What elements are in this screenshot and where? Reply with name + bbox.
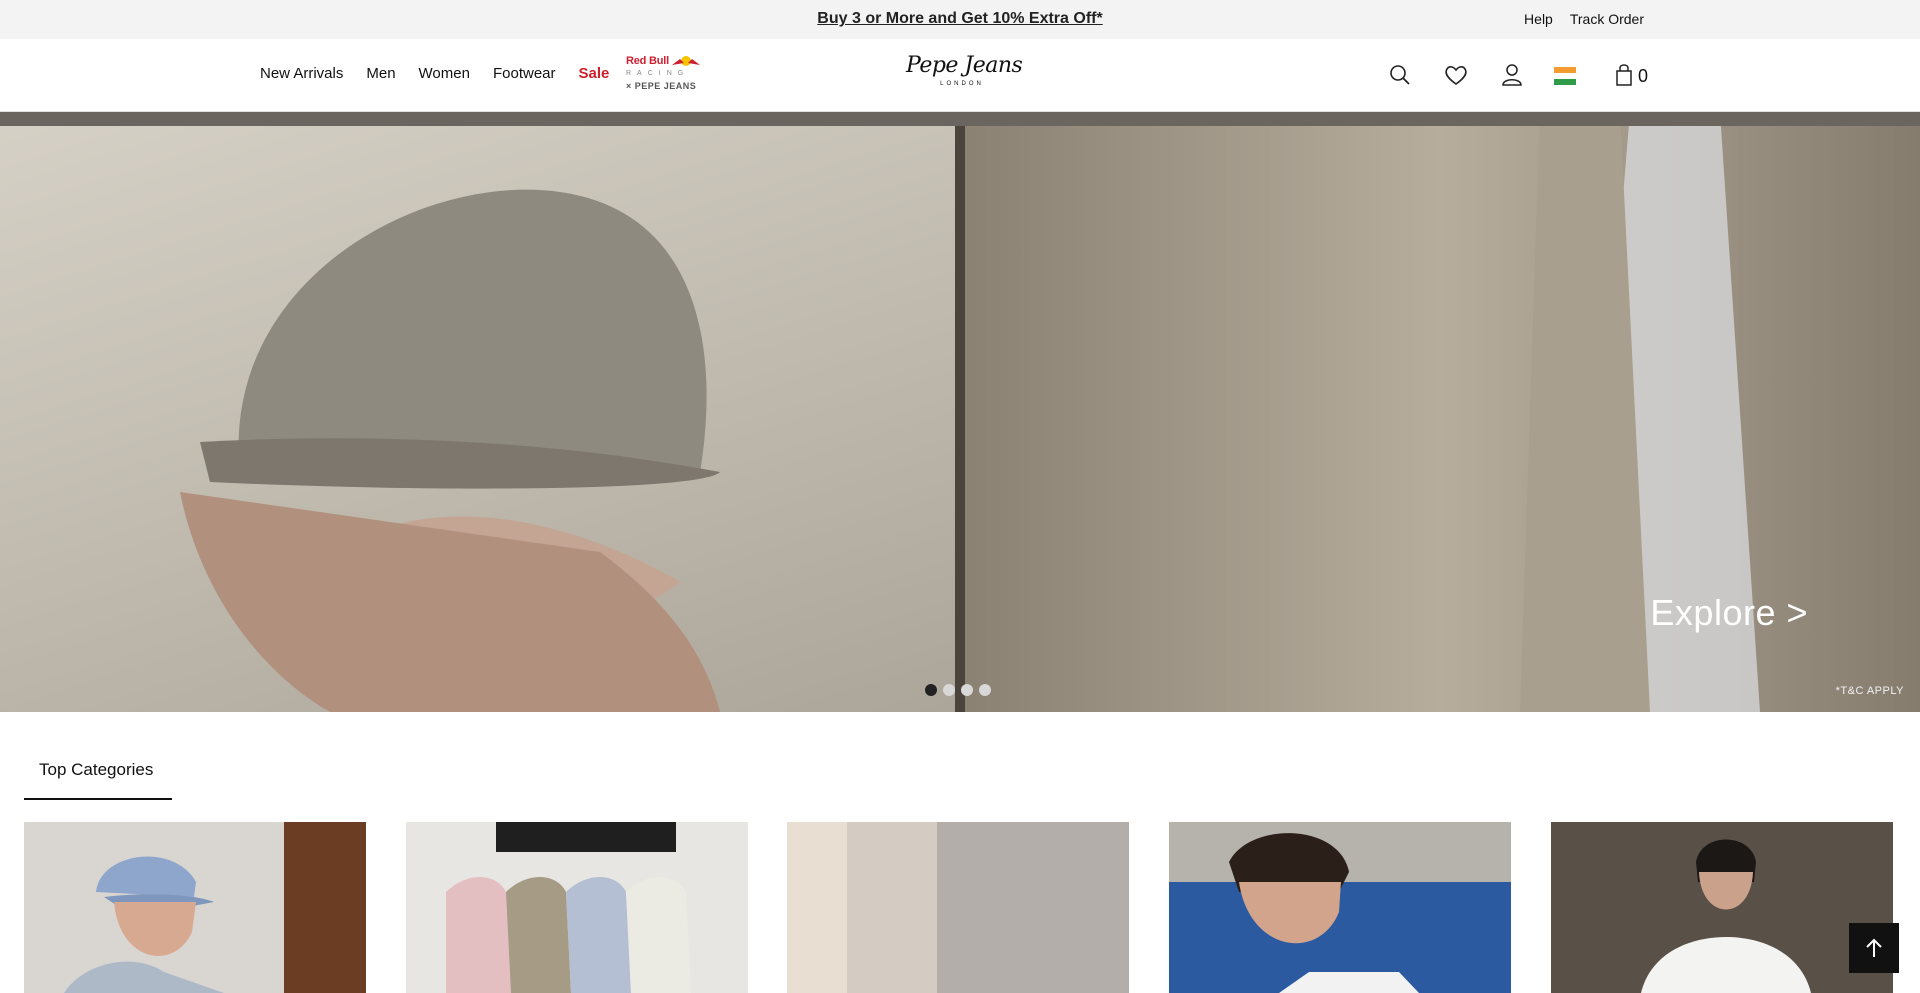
user-icon[interactable] bbox=[1498, 61, 1526, 89]
help-link[interactable]: Help bbox=[1524, 11, 1553, 27]
collab-line2: × PEPE JEANS bbox=[626, 81, 697, 91]
announcement-bar: Buy 3 or More and Get 10% Extra Off* Hel… bbox=[0, 0, 1920, 39]
back-to-top-button[interactable] bbox=[1849, 923, 1899, 973]
track-order-link[interactable]: Track Order bbox=[1570, 11, 1644, 27]
category-card-4[interactable] bbox=[1169, 822, 1511, 993]
nav-sale[interactable]: Sale bbox=[579, 65, 610, 82]
nav-men[interactable]: Men bbox=[366, 65, 395, 82]
carousel-dot-4[interactable] bbox=[979, 684, 991, 696]
heart-icon[interactable] bbox=[1442, 61, 1470, 89]
tab-top-categories[interactable]: Top Categories bbox=[39, 760, 153, 780]
carousel-dot-2[interactable] bbox=[943, 684, 955, 696]
collab-line1: RACING bbox=[626, 70, 690, 77]
terms-disclaimer: *T&C APPLY bbox=[1835, 685, 1904, 697]
nav-women[interactable]: Women bbox=[419, 65, 470, 82]
collab-brand: Red Bull bbox=[626, 55, 670, 67]
utility-links: Help Track Order bbox=[1524, 11, 1644, 27]
bag-icon[interactable] bbox=[1610, 61, 1638, 89]
arrow-up-icon bbox=[1866, 938, 1882, 957]
search-icon[interactable] bbox=[1386, 61, 1414, 89]
promo-link[interactable]: Buy 3 or More and Get 10% Extra Off* bbox=[817, 10, 1102, 27]
category-card-1[interactable] bbox=[24, 822, 366, 993]
brand-logo[interactable]: Pepe Jeans LONDON bbox=[906, 53, 1023, 95]
nav-new-arrivals[interactable]: New Arrivals bbox=[260, 65, 343, 82]
brand-tagline: LONDON bbox=[940, 81, 984, 87]
bull-icon bbox=[672, 56, 700, 66]
carousel-dots bbox=[925, 684, 991, 696]
category-tab[interactable]: Top Categories bbox=[24, 748, 172, 800]
nav-footwear[interactable]: Footwear bbox=[493, 65, 556, 82]
primary-nav: New Arrivals Men Women Footwear Sale bbox=[260, 65, 609, 82]
brand-name: Pepe Jeans bbox=[906, 53, 1023, 78]
hero-banner[interactable]: Explore > *T&C APPLY bbox=[0, 112, 1920, 712]
main-header: New Arrivals Men Women Footwear Sale Red… bbox=[0, 39, 1920, 112]
india-flag-icon[interactable] bbox=[1554, 67, 1576, 85]
category-card-5[interactable] bbox=[1551, 822, 1893, 993]
carousel-dot-3[interactable] bbox=[961, 684, 973, 696]
cart-count: 0 bbox=[1638, 66, 1649, 86]
category-card-3[interactable] bbox=[787, 822, 1129, 993]
explore-button[interactable]: Explore > bbox=[1650, 592, 1808, 634]
redbull-racing-collab-logo[interactable]: Red Bull RACING × PEPE JEANS bbox=[626, 55, 704, 95]
carousel-dot-1[interactable] bbox=[925, 684, 937, 696]
hero-image bbox=[0, 112, 1920, 712]
category-card-2[interactable] bbox=[406, 822, 748, 993]
